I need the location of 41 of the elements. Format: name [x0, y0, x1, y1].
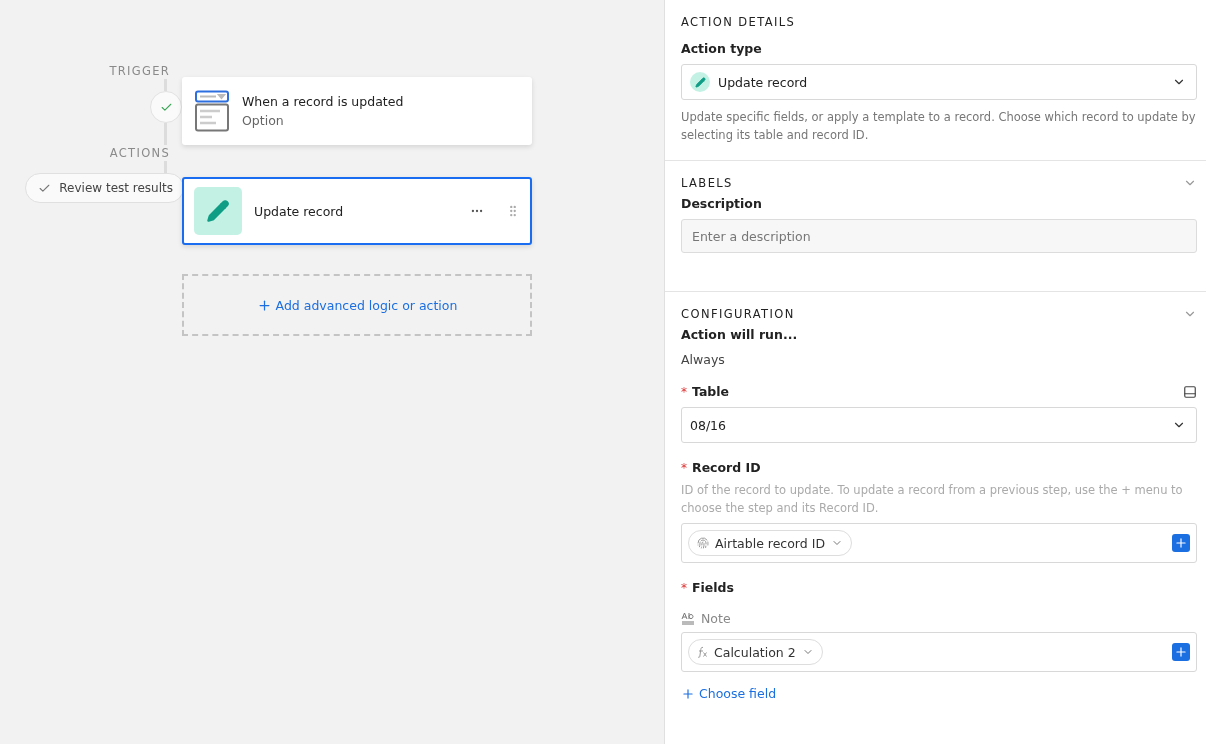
action-description: Update specific fields, or apply a template to a record. Choose which record to update by selecting its table and record ID.	[681, 109, 1197, 144]
field-label: * Table	[681, 383, 730, 401]
field-label: Action will run...	[681, 326, 799, 344]
section-heading: ACTION DETAILS	[681, 14, 797, 30]
section-heading: LABELS	[681, 175, 733, 191]
pencil-icon	[194, 187, 242, 235]
record-id-token[interactable]: Airtable record ID	[688, 530, 852, 556]
plus-icon	[681, 686, 695, 701]
formula-icon	[697, 646, 708, 658]
description-input[interactable]: Enter a description	[681, 219, 1197, 253]
section-heading: CONFIGURATION	[681, 306, 795, 322]
card-subtitle: Option	[242, 113, 285, 128]
run-condition: Always	[681, 352, 726, 367]
add-icon[interactable]	[1172, 643, 1190, 661]
review-test-results-button[interactable]: Review test results	[25, 173, 184, 203]
section-label: ACTIONS	[109, 145, 170, 161]
field-label: * Fields	[681, 579, 735, 597]
text-field-icon	[681, 612, 695, 625]
plus-icon	[256, 297, 272, 313]
choose-field-link[interactable]: Choose field	[681, 686, 777, 701]
card-title: When a record is updated	[242, 94, 404, 109]
field-value[interactable]: Calculation 2	[681, 632, 1197, 672]
field-label: Description	[681, 195, 763, 213]
field-label: * Record ID	[681, 459, 762, 477]
field-help: ID of the record to update. To update a record from a previous step, use the + menu to choose the step and its Record ID.	[681, 482, 1184, 517]
fingerprint-icon	[697, 537, 709, 549]
field-name: Note	[701, 611, 731, 626]
add-logic-button[interactable]: Add advanced logic or action	[182, 274, 532, 336]
table-select[interactable]: 08/16	[681, 407, 1197, 443]
panel-icon[interactable]	[1183, 385, 1197, 399]
pencil-icon	[690, 72, 710, 92]
record-id-field[interactable]: Airtable record ID	[681, 523, 1197, 563]
section-label: TRIGGER	[109, 63, 170, 79]
action-type-select[interactable]: Update record	[681, 64, 1197, 100]
trigger-card[interactable]: When a record is updated Option	[182, 77, 532, 145]
field-label: Action type	[681, 40, 763, 58]
card-title: Update record	[254, 203, 344, 219]
calculation-token[interactable]: Calculation 2	[688, 639, 823, 665]
action-card[interactable]: Update record	[182, 177, 532, 245]
form-icon	[194, 90, 230, 132]
add-icon[interactable]	[1172, 534, 1190, 552]
